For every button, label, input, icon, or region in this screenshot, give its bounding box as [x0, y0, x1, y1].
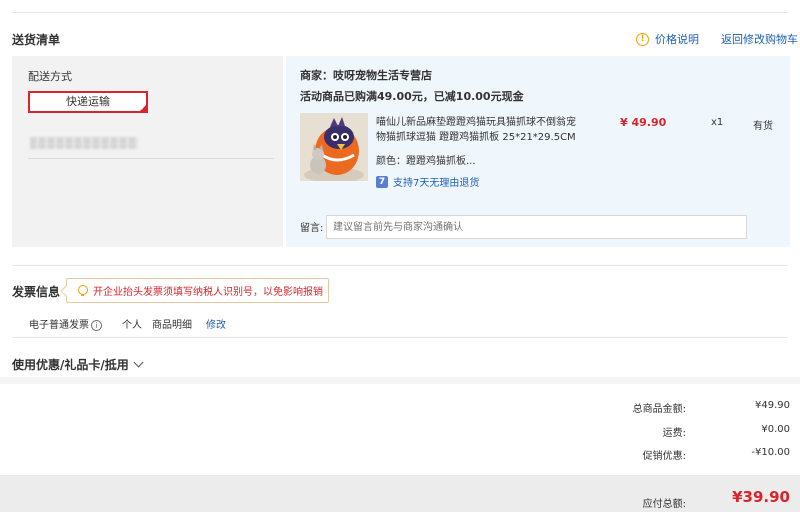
invoice-tip: 开企业抬头发票须填写纳税人识别号，以免影响报销 — [60, 278, 329, 303]
delivery-list-title: 送货清单 — [12, 33, 61, 47]
check-icon: ✓ — [140, 104, 146, 112]
chevron-down-icon — [133, 357, 144, 368]
payable-value: ¥39.90 — [732, 488, 790, 506]
subtotal-label: 总商品金额: — [632, 404, 686, 415]
price-note-link[interactable]: ! 价格说明 — [636, 31, 699, 47]
product-stock-status: 有货 — [753, 121, 773, 132]
message-input[interactable] — [326, 215, 747, 239]
section-divider — [12, 337, 788, 338]
invoice-type: 电子普通发票 i — [29, 316, 112, 331]
invoice-details: 电子普通发票 i 个人 商品明细 修改 — [29, 316, 236, 331]
invoice-title: 发票信息 — [12, 285, 61, 299]
lightbulb-icon — [77, 285, 88, 296]
invoice-content: 商品明细 — [152, 320, 192, 331]
shipping-option-label: 快递运输 — [66, 95, 110, 108]
subtotal-value: ¥49.90 — [755, 400, 790, 411]
returns-policy-label: 支持7天无理由退货 — [393, 178, 480, 189]
section-gap — [0, 377, 800, 384]
shipping-divider — [28, 158, 274, 159]
shipping-option-express[interactable]: 快递运输 ✓ — [28, 91, 148, 113]
info-icon[interactable]: i — [91, 320, 102, 331]
price-note-label: 价格说明 — [655, 33, 699, 46]
seven-day-return-icon: 7 — [376, 175, 388, 188]
discount-value: -¥10.00 — [751, 447, 790, 458]
product-title-link[interactable]: 喵仙儿新品麻垫蹬蹬鸡猫玩具猫抓球不倒翁宠物猫抓球逗猫 蹬蹬鸡猫抓板 25*21*… — [376, 115, 582, 145]
message-label: 留言: — [300, 223, 324, 234]
merchant-name: 商家：吱呀宠物生活专营店 — [300, 69, 432, 82]
product-price: ¥ 49.90 — [620, 116, 667, 129]
invoice-tip-text: 开企业抬头发票须填写纳税人识别号，以免影响报销 — [93, 287, 323, 298]
back-to-cart-link[interactable]: 返回修改购物车 — [721, 31, 798, 47]
shipping-panel: 配送方式 快递运输 ✓ — [12, 56, 283, 247]
tip-arrow — [60, 285, 72, 297]
warning-icon: ! — [636, 32, 649, 46]
invoice-title-type: 个人 — [122, 320, 142, 331]
shipping-fee-label: 运费: — [662, 428, 686, 439]
promo-text: 活动商品已购满49.00元，已减10.00元现金 — [300, 90, 524, 103]
product-image-art — [300, 113, 368, 181]
discount-label: 促销优惠: — [642, 451, 686, 462]
invoice-edit-link[interactable]: 修改 — [206, 316, 226, 331]
shipping-fee-value: ¥0.00 — [761, 424, 790, 435]
product-image[interactable] — [300, 113, 368, 181]
payable-label: 应付总额: — [642, 499, 686, 510]
returns-policy: 7 支持7天无理由退货 — [376, 174, 479, 189]
invoice-type-label: 电子普通发票 — [29, 320, 89, 331]
blurred-address — [30, 137, 138, 149]
coupon-toggle[interactable]: 使用优惠/礼品卡/抵用 — [12, 356, 144, 373]
product-quantity: x1 — [711, 117, 724, 128]
coupon-title-label: 使用优惠/礼品卡/抵用 — [12, 358, 129, 372]
shipping-method-label: 配送方式 — [28, 70, 72, 83]
section-divider — [12, 265, 788, 266]
product-color: 颜色：蹬蹬鸡猫抓板... — [376, 156, 476, 167]
store-panel: 商家：吱呀宠物生活专营店 活动商品已购满49.00元，已减10.00元现金 喵仙… — [286, 56, 790, 247]
top-divider — [12, 12, 788, 13]
